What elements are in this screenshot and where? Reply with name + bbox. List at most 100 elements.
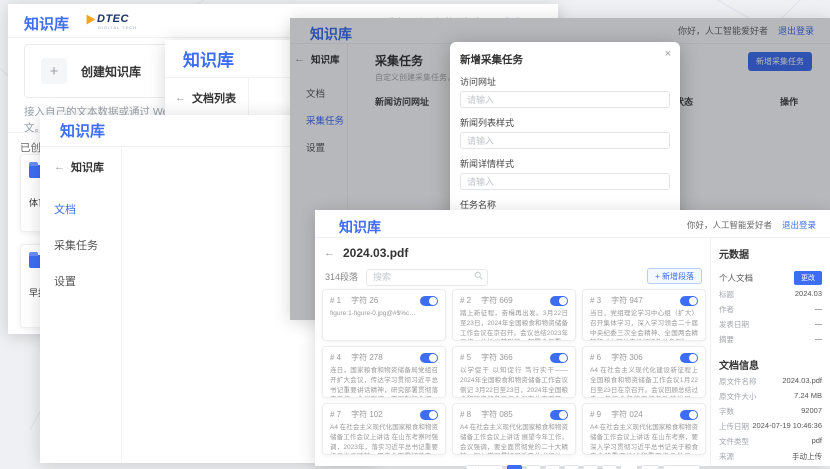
segment-text: 踏上新征程，奋楫再出发。3月22日至23日，2024年全国粮食和物资储备工作会议…: [460, 309, 568, 341]
back-to-doc-list[interactable]: ← 文档列表: [175, 90, 248, 106]
segment-toggle[interactable]: [420, 353, 438, 363]
pagination-page-1[interactable]: 1: [507, 465, 522, 469]
info-value: 7.24 MB: [794, 391, 822, 402]
segment-toggle[interactable]: [550, 296, 568, 306]
segment-text: A4 在社会主义现代化国家粮食和物资储备工作会议上讲话 展望今年工作，会议强调，…: [460, 423, 568, 455]
segment-card[interactable]: # 1 字符 26 figure:1-figure-0.jpg@#$%c nam…: [322, 289, 446, 341]
edit-metadata-button[interactable]: 更改: [794, 271, 822, 285]
desktop-stage: 知识库 DTEC DIGITAL TECH 你好，人工智能爱好者退出登录 + 创…: [0, 0, 830, 469]
segment-list-main: ← 2024.03.pdf 314段落 + 新增段落: [315, 238, 710, 466]
segment-char-count: 字符 278: [351, 352, 383, 363]
meta-label: 发表日期: [719, 319, 749, 330]
info-label: 来源: [719, 451, 734, 462]
segment-char-count: 字符 669: [481, 295, 513, 306]
meta-value: 2024.03: [795, 289, 822, 300]
field-label-url: 访问网址: [460, 75, 670, 88]
segment-card[interactable]: # 4 字符 278 连日，国家粮食和物资储备局党组召开扩大会议，传达学习贯彻习…: [322, 346, 446, 398]
news-detail-style-field[interactable]: [460, 173, 670, 190]
segment-card[interactable]: # 8 字符 085 A4 在社会主义现代化国家粮食和物资储备工作会议上讲话 展…: [452, 403, 576, 455]
segment-id: # 8: [460, 410, 471, 419]
segment-id: # 4: [330, 353, 341, 362]
pagination-next[interactable]: 下一页 ›: [663, 465, 700, 469]
sidebar: ← 知识库 文档 采集任务 设置: [40, 147, 122, 463]
segment-text: A4 在社会主义现代化建设新征程上 全国粮食和物资储备工作会议1月22日至23日…: [590, 366, 698, 398]
segment-card[interactable]: # 5 字符 366 以学促干 以知促行 笃行实干——2024年全国粮食和物资储…: [452, 346, 576, 398]
segment-toggle[interactable]: [680, 410, 698, 420]
url-field[interactable]: [460, 91, 670, 108]
info-label: 原文件大小: [719, 391, 757, 402]
info-value: 手动上传: [792, 451, 822, 462]
news-list-style-field[interactable]: [460, 132, 670, 149]
app-title: 知识库: [24, 13, 69, 34]
logo-subtext: DIGITAL TECH: [98, 25, 137, 30]
segment-text: 以学促干 以知促行 笃行实干——2024年全国粮食和物资储备工作会议侧记 3月2…: [460, 366, 568, 398]
search-input[interactable]: [366, 269, 488, 286]
back-to-kb[interactable]: ← 知识库: [54, 159, 121, 175]
segment-search: [366, 267, 488, 286]
field-label-list-style: 新闻列表样式: [460, 116, 670, 129]
segment-card[interactable]: # 2 字符 669 踏上新征程，奋楫再出发。3月22日至23日，2024年全国…: [452, 289, 576, 341]
segment-text: A4 在社会主义现代化国家粮食和物资储备工作会议上讲话 在山东考察，要深入学习贯…: [590, 423, 698, 455]
info-label: 文件类型: [719, 436, 749, 447]
greeting-text: 你好，人工智能爱好者: [687, 220, 772, 230]
add-segment-button[interactable]: + 新增段落: [647, 268, 702, 284]
segment-char-count: 字符 024: [611, 409, 643, 420]
segment-card[interactable]: # 6 字符 306 A4 在社会主义现代化建设新征程上 全国粮食和物资储备工作…: [582, 346, 706, 398]
segment-toggle[interactable]: [550, 353, 568, 363]
segment-char-count: 字符 102: [351, 409, 383, 420]
create-kb-label: 创建知识库: [81, 63, 141, 80]
info-label: 字数: [719, 406, 734, 417]
segment-card[interactable]: # 3 字符 947 当日，党组理论学习中心组（扩大）召开集体学习，深入学习领会…: [582, 289, 706, 341]
doc-type-label: 个人文档: [719, 272, 753, 284]
close-icon[interactable]: ×: [665, 49, 671, 60]
segment-toggle[interactable]: [420, 410, 438, 420]
segment-text: figure:1-figure-0.jpg@#$%c name:figure: [330, 309, 438, 319]
segment-id: # 2: [460, 296, 471, 305]
app-title: 知识库: [339, 217, 381, 237]
segment-id: # 7: [330, 410, 341, 419]
meta-value: —: [815, 334, 823, 345]
sidebar-item-documents[interactable]: 文档: [54, 201, 121, 217]
window-document-viewer: 知识库 你好，人工智能爱好者退出登录 ← 2024.03.pdf 314段落: [315, 210, 830, 466]
segment-toggle[interactable]: [680, 353, 698, 363]
pagination-page-2[interactable]: 2: [526, 465, 541, 469]
plus-icon: +: [41, 58, 67, 84]
back-arrow-icon: ←: [175, 92, 186, 104]
sidebar-item-collect-tasks[interactable]: 采集任务: [54, 237, 121, 253]
segment-toolbar: 314段落 + 新增段落: [315, 260, 710, 286]
meta-value: —: [815, 304, 823, 315]
pagination-page-36[interactable]: 36: [641, 465, 659, 469]
back-arrow-icon[interactable]: ←: [324, 247, 335, 259]
segment-grid: # 1 字符 26 figure:1-figure-0.jpg@#$%c nam…: [322, 289, 706, 455]
sidebar-item-settings[interactable]: 设置: [54, 273, 121, 289]
segment-id: # 1: [330, 296, 341, 305]
segment-toggle[interactable]: [680, 296, 698, 306]
segment-char-count: 字符 085: [481, 409, 513, 420]
logout-link[interactable]: 退出登录: [782, 220, 816, 230]
field-label-detail-style: 新闻详情样式: [460, 157, 670, 170]
pagination-page-5[interactable]: 5: [583, 465, 598, 469]
segment-card[interactable]: # 7 字符 102 A4 在社会主义现代化国家粮食和物资储备工作会议上讲话 在…: [322, 403, 446, 455]
meta-label: 标题: [719, 289, 734, 300]
info-label: 原文件名称: [719, 376, 757, 387]
segment-toggle[interactable]: [420, 296, 438, 306]
app-title: 知识库: [60, 120, 105, 141]
metadata-title: 元数据: [719, 246, 822, 261]
meta-label: 摘要: [719, 334, 734, 345]
pagination-prev[interactable]: ‹ 上一页: [466, 465, 503, 469]
segment-id: # 5: [460, 353, 471, 362]
modal-title: 新增采集任务: [460, 52, 670, 67]
pagination: ‹ 上一页 1 2 3 4 5 6 ••• 36 下一页 ›: [466, 465, 700, 469]
segment-toggle[interactable]: [550, 410, 568, 420]
user-greeting: 你好，人工智能爱好者退出登录: [687, 219, 816, 231]
segment-card[interactable]: # 9 字符 024 A4 在社会主义现代化国家粮食和物资储备工作会议上讲话 在…: [582, 403, 706, 455]
app-header: 知识库 你好，人工智能爱好者退出登录: [315, 210, 830, 238]
pagination-page-4[interactable]: 4: [564, 465, 579, 469]
document-metadata-sidebar: 元数据 个人文档 更改 标题2024.03 作者— 发表日期— 摘要— 文档信息…: [710, 238, 830, 466]
info-value: 2024.03.pdf: [782, 376, 822, 387]
back-label: 知识库: [71, 159, 104, 175]
pagination-page-6[interactable]: 6: [602, 465, 617, 469]
pagination-page-3[interactable]: 3: [545, 465, 560, 469]
segment-text: A4 在社会主义现代化国家粮食和物资储备工作会议上讲话 在山东考察时强调，202…: [330, 423, 438, 455]
segment-id: # 9: [590, 410, 601, 419]
